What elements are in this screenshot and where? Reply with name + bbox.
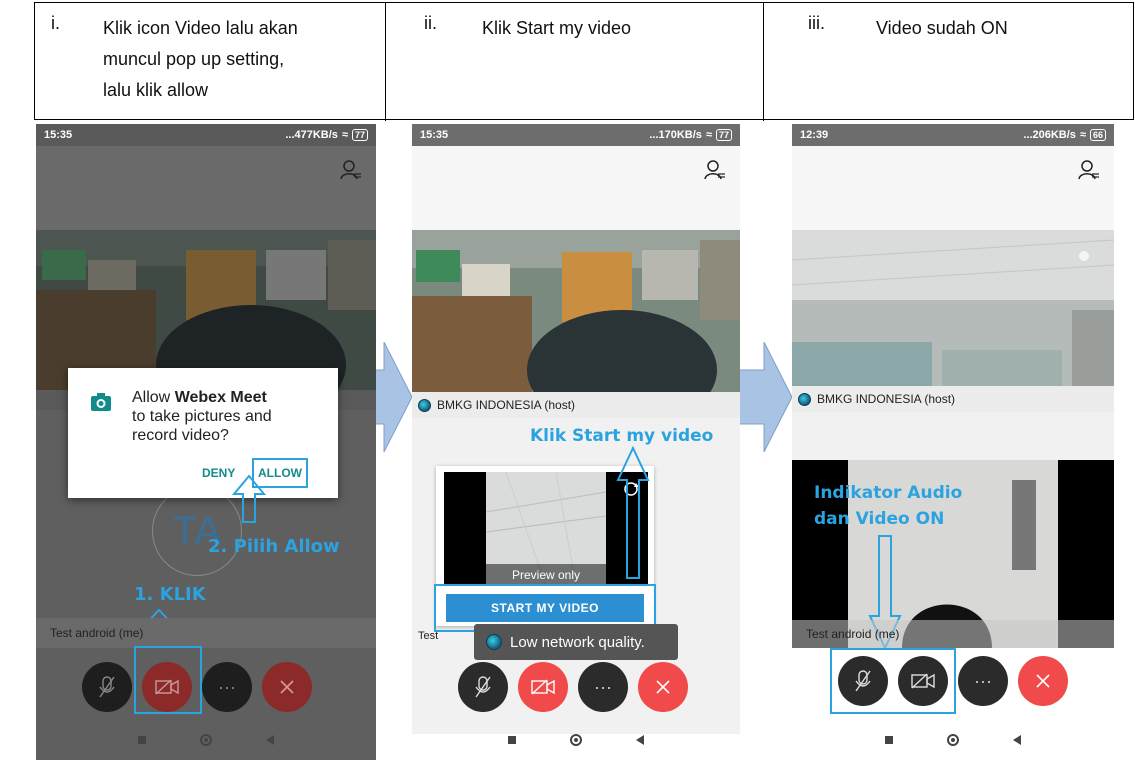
- self-label: Test android (me): [792, 620, 1114, 648]
- home-icon[interactable]: [200, 734, 212, 746]
- status-time: 12:39: [800, 129, 829, 141]
- step-text-line: Klik icon Video lalu akan: [103, 18, 298, 38]
- status-bar: 15:35 ...170KB/s ≈ 77: [412, 124, 740, 146]
- status-time: 15:35: [44, 129, 73, 141]
- mute-button[interactable]: [82, 662, 132, 712]
- network-speed: ...170KB/s: [649, 129, 702, 141]
- end-call-button[interactable]: [262, 662, 312, 712]
- step-text-line: Klik Start my video: [482, 18, 632, 38]
- preview-label: Preview only: [486, 564, 606, 586]
- recents-icon[interactable]: [885, 736, 893, 744]
- back-icon[interactable]: [1013, 735, 1021, 745]
- status-bar: 15:35 ...477KB/s ≈ 77: [36, 124, 376, 146]
- annotation-text: Klik Start my video: [530, 426, 714, 446]
- annotation-arrow: [616, 446, 650, 579]
- battery-icon: 77: [715, 129, 732, 141]
- host-name: BMKG INDONESIA (host): [817, 392, 956, 406]
- wifi-icon: ≈: [1079, 129, 1086, 141]
- phone-screen-1: 15:35 ...477KB/s ≈ 77 TA Allow Webex Mee…: [36, 124, 376, 760]
- person-list-icon[interactable]: [340, 160, 362, 180]
- video-button[interactable]: [518, 662, 568, 712]
- cisco-icon: [486, 634, 502, 650]
- end-call-button[interactable]: [638, 662, 688, 712]
- annotation-line: dan Video ON: [814, 509, 945, 529]
- home-icon[interactable]: [570, 734, 582, 746]
- host-label: BMKG INDONESIA (host): [792, 386, 1114, 412]
- mute-button[interactable]: [458, 662, 508, 712]
- more-icon[interactable]: ···: [958, 656, 1008, 706]
- dialog-text: to take pictures and: [132, 408, 272, 425]
- person-list-icon[interactable]: [704, 160, 726, 180]
- cisco-icon: [418, 398, 431, 412]
- step-cell-3: iii. Video sudah ON: [764, 3, 1133, 119]
- highlight-box: [134, 646, 202, 714]
- toast-text: Low network quality.: [510, 633, 645, 651]
- mic-off-icon: [99, 676, 115, 698]
- avatar: TA: [152, 486, 242, 576]
- back-icon[interactable]: [266, 735, 274, 745]
- highlight-box: [830, 648, 956, 714]
- close-icon: [1036, 674, 1050, 688]
- host-name: BMKG INDONESIA (host): [437, 398, 576, 412]
- status-time: 15:35: [420, 129, 449, 141]
- recents-icon[interactable]: [508, 736, 516, 744]
- top-bar: [792, 146, 1114, 232]
- recents-icon[interactable]: [138, 736, 146, 744]
- step-text-line: Video sudah ON: [876, 18, 1008, 38]
- network-speed: ...477KB/s: [285, 129, 338, 141]
- network-speed: ...206KB/s: [1023, 129, 1076, 141]
- close-icon: [280, 680, 294, 694]
- battery-icon: 77: [351, 129, 368, 141]
- dialog-text: record video?: [132, 427, 229, 444]
- host-video: [792, 230, 1114, 386]
- phone-screen-3: 12:39 ...206KB/s ≈ 66 BMKG INDONESIA (ho…: [792, 124, 1114, 760]
- dialog-app-name: Webex Meet: [174, 389, 267, 406]
- step-number: i.: [51, 13, 60, 33]
- end-call-button[interactable]: [1018, 656, 1068, 706]
- host-video: [412, 230, 740, 392]
- nav-bar: [412, 718, 740, 760]
- back-icon[interactable]: [636, 735, 644, 745]
- annotation-arrow: [232, 474, 266, 523]
- close-icon: [656, 680, 670, 694]
- video-off-icon: [531, 679, 555, 695]
- network-toast: Low network quality.: [474, 624, 678, 660]
- deny-button[interactable]: DENY: [202, 466, 235, 480]
- permission-dialog: Allow Webex Meet to take pictures and re…: [68, 368, 338, 498]
- top-bar: [412, 146, 740, 232]
- person-list-icon[interactable]: [1078, 160, 1100, 180]
- instruction-table: i. Klik icon Video lalu akan muncul pop …: [34, 2, 1134, 121]
- host-video: [36, 230, 376, 390]
- cisco-icon: [798, 392, 811, 406]
- step-text-line: lalu klik allow: [103, 80, 209, 100]
- step-cell-2: ii. Klik Start my video: [386, 3, 763, 119]
- nav-bar: [792, 718, 1114, 760]
- wifi-icon: ≈: [705, 129, 712, 141]
- phone-screen-2: 15:35 ...170KB/s ≈ 77 BMKG INDONESIA (ho…: [412, 124, 740, 760]
- dialog-text: Allow: [132, 389, 175, 406]
- host-label: BMKG INDONESIA (host): [412, 392, 740, 418]
- mic-off-icon: [475, 676, 491, 698]
- step-number: iii.: [808, 13, 825, 33]
- annotation-text: 2. Pilih Allow: [208, 536, 340, 557]
- battery-icon: 66: [1089, 129, 1106, 141]
- camera-icon: [91, 393, 111, 411]
- wifi-icon: ≈: [341, 129, 348, 141]
- more-icon[interactable]: ···: [202, 662, 252, 712]
- home-icon[interactable]: [947, 734, 959, 746]
- status-bar: 12:39 ...206KB/s ≈ 66: [792, 124, 1114, 146]
- step-text-line: muncul pop up setting,: [103, 49, 285, 69]
- annotation-text: 1. KLIK: [134, 584, 206, 605]
- annotation-line: Indikator Audio: [814, 483, 963, 503]
- top-bar: [36, 146, 376, 232]
- step-cell-1: i. Klik icon Video lalu akan muncul pop …: [35, 3, 385, 119]
- self-label: Test android (me): [36, 618, 376, 648]
- step-number: ii.: [424, 13, 437, 33]
- next-arrow: [736, 342, 792, 452]
- more-icon[interactable]: ···: [578, 662, 628, 712]
- nav-bar: [36, 718, 376, 760]
- annotation-text: Indikator Audio dan Video ON: [814, 480, 962, 532]
- self-label: Test: [418, 630, 439, 642]
